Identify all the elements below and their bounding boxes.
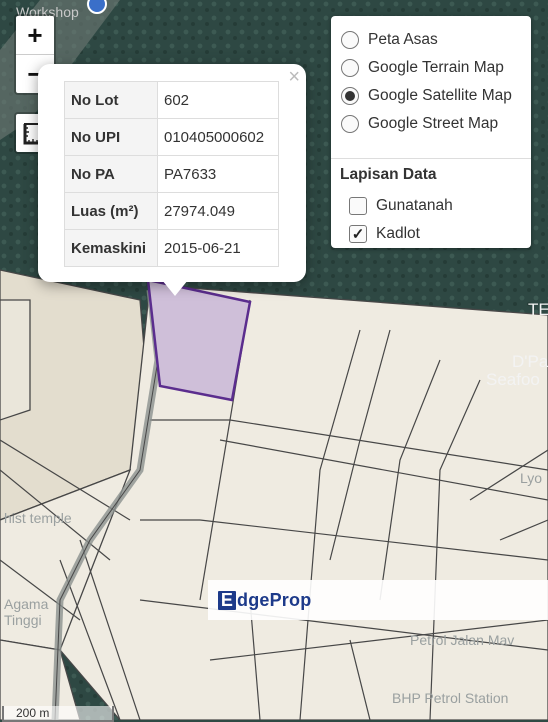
layer-label: Google Street Map <box>368 115 499 132</box>
info-key: No Lot <box>64 81 158 119</box>
map-label-petrol: Petrol Jalan Mav <box>410 632 515 648</box>
layer-label: Google Terrain Map <box>368 59 504 76</box>
map-label-bhp: BHP Petrol Station <box>392 690 509 706</box>
base-layer-peta-asas[interactable]: Peta Asas <box>341 26 438 54</box>
edgeprop-logo: EdgeProp <box>218 590 311 611</box>
info-value: 2015-06-21 <box>157 229 279 267</box>
popup-tip <box>162 280 188 296</box>
map-label-tinggi: Tinggi <box>4 612 42 628</box>
layer-label: Google Satellite Map <box>368 87 512 104</box>
base-layer-google-street[interactable]: Google Street Map <box>341 110 498 138</box>
layer-label: Peta Asas <box>368 31 438 48</box>
popup-close-button[interactable]: × <box>288 66 300 88</box>
data-layer-gunatanah[interactable]: Gunatanah <box>349 192 453 220</box>
table-row: No Lot 602 <box>64 81 279 119</box>
info-key: Luas (m²) <box>64 192 158 230</box>
layer-divider <box>331 158 531 159</box>
table-row: No UPI 010405000602 <box>64 118 279 156</box>
base-layer-google-satellite[interactable]: Google Satellite Map <box>341 82 512 110</box>
info-value: 010405000602 <box>157 118 279 156</box>
layer-control-panel: Peta Asas Google Terrain Map Google Sate… <box>331 16 531 248</box>
zoom-in-button[interactable]: + <box>16 16 54 54</box>
data-layer-kadlot[interactable]: ✓ Kadlot <box>349 220 420 248</box>
map-label-agama: Agama <box>4 596 49 612</box>
radio-button-selected[interactable] <box>341 87 359 105</box>
layer-label: Gunatanah <box>376 197 453 214</box>
map-label-dpa: D'Pa <box>512 352 548 371</box>
selected-parcel[interactable] <box>146 278 252 402</box>
radio-button[interactable] <box>341 115 359 133</box>
info-value: 602 <box>157 81 279 119</box>
map-label-seafood: Seafoo <box>486 370 540 389</box>
map-label-temple: hist temple <box>4 510 72 526</box>
radio-button[interactable] <box>341 59 359 77</box>
info-value: 27974.049 <box>157 192 279 230</box>
data-layers-heading: Lapisan Data <box>340 166 437 183</box>
lot-info-popup: × No Lot 602 No UPI 010405000602 No PA P… <box>38 64 306 282</box>
table-row: No PA PA7633 <box>64 155 279 193</box>
location-pin-icon[interactable] <box>87 0 107 14</box>
radio-button[interactable] <box>341 31 359 49</box>
checkbox-checked[interactable]: ✓ <box>349 225 367 243</box>
table-row: Kemaskini 2015-06-21 <box>64 229 279 267</box>
map-label-lyo: Lyo <box>520 470 543 486</box>
info-key: No PA <box>64 155 158 193</box>
base-layer-google-terrain[interactable]: Google Terrain Map <box>341 54 504 82</box>
table-row: Luas (m²) 27974.049 <box>64 192 279 230</box>
map-label-te: TE <box>528 300 548 319</box>
info-value: PA7633 <box>157 155 279 193</box>
edgeprop-watermark: EdgeProp <box>208 580 548 620</box>
lot-info-table: No Lot 602 No UPI 010405000602 No PA PA7… <box>64 81 279 267</box>
layer-label: Kadlot <box>376 225 420 242</box>
checkbox[interactable] <box>349 197 367 215</box>
info-key: Kemaskini <box>64 229 158 267</box>
info-key: No UPI <box>64 118 158 156</box>
